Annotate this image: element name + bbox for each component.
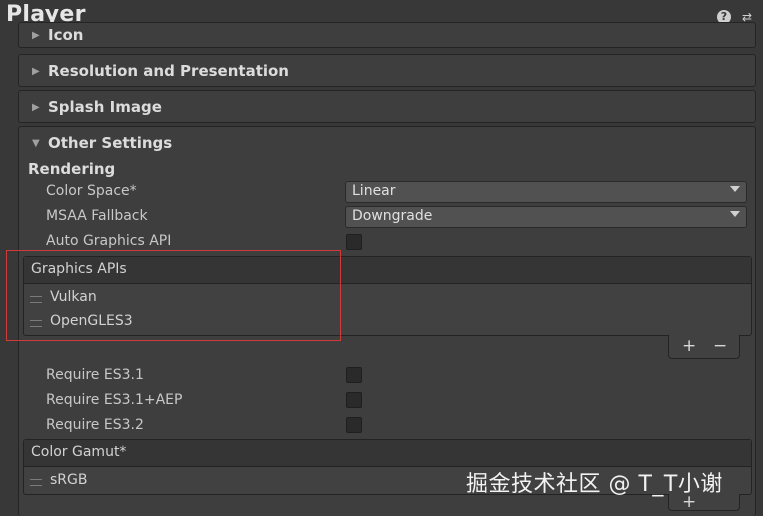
require-es31aep-label: Require ES3.1+AEP	[46, 392, 183, 408]
auto-graphics-api-checkbox[interactable]	[346, 234, 362, 250]
require-es32-checkbox[interactable]	[346, 417, 362, 433]
foldout-splash[interactable]: ▶ Splash Image	[18, 90, 756, 123]
auto-graphics-api-label: Auto Graphics API	[46, 233, 172, 249]
require-es32-label: Require ES3.2	[46, 417, 144, 433]
watermark: 掘金技术社区 @ T_T小谢	[466, 472, 723, 497]
collapse-arrow-icon[interactable]: ▼	[32, 138, 40, 149]
remove-button[interactable]: −	[713, 336, 727, 356]
foldout-icon-label: Icon	[48, 26, 84, 44]
expand-arrow-icon: ▶	[32, 102, 40, 113]
chevron-down-icon	[730, 186, 740, 192]
color-gamut-header: Color Gamut*	[24, 440, 751, 467]
require-es31-label: Require ES3.1	[46, 367, 144, 383]
msaa-fallback-label: MSAA Fallback	[46, 208, 148, 224]
graphics-apis-add-remove: + −	[668, 335, 740, 359]
foldout-resolution-label: Resolution and Presentation	[48, 62, 289, 80]
color-space-dropdown[interactable]: Linear	[345, 181, 747, 203]
msaa-fallback-value: Downgrade	[352, 208, 433, 224]
color-gamut-header-label: Color Gamut*	[31, 444, 127, 460]
rendering-section-label: Rendering	[28, 160, 116, 178]
foldout-resolution[interactable]: ▶ Resolution and Presentation	[18, 54, 756, 87]
require-es31-checkbox[interactable]	[346, 367, 362, 383]
drag-handle-icon[interactable]	[30, 479, 42, 486]
chevron-down-icon	[730, 211, 740, 217]
expand-arrow-icon: ▶	[32, 66, 40, 77]
color-space-value: Linear	[352, 183, 396, 199]
require-es31aep-checkbox[interactable]	[346, 392, 362, 408]
color-space-label: Color Space*	[46, 183, 137, 199]
foldout-icon[interactable]: ▶ Icon	[18, 22, 756, 48]
add-button[interactable]: +	[682, 336, 696, 356]
list-item-srgb[interactable]: sRGB	[50, 472, 87, 488]
foldout-other-label[interactable]: Other Settings	[48, 134, 172, 152]
msaa-fallback-dropdown[interactable]: Downgrade	[345, 206, 747, 228]
expand-arrow-icon: ▶	[32, 30, 40, 41]
foldout-splash-label: Splash Image	[48, 98, 162, 116]
highlight-box	[6, 250, 341, 341]
